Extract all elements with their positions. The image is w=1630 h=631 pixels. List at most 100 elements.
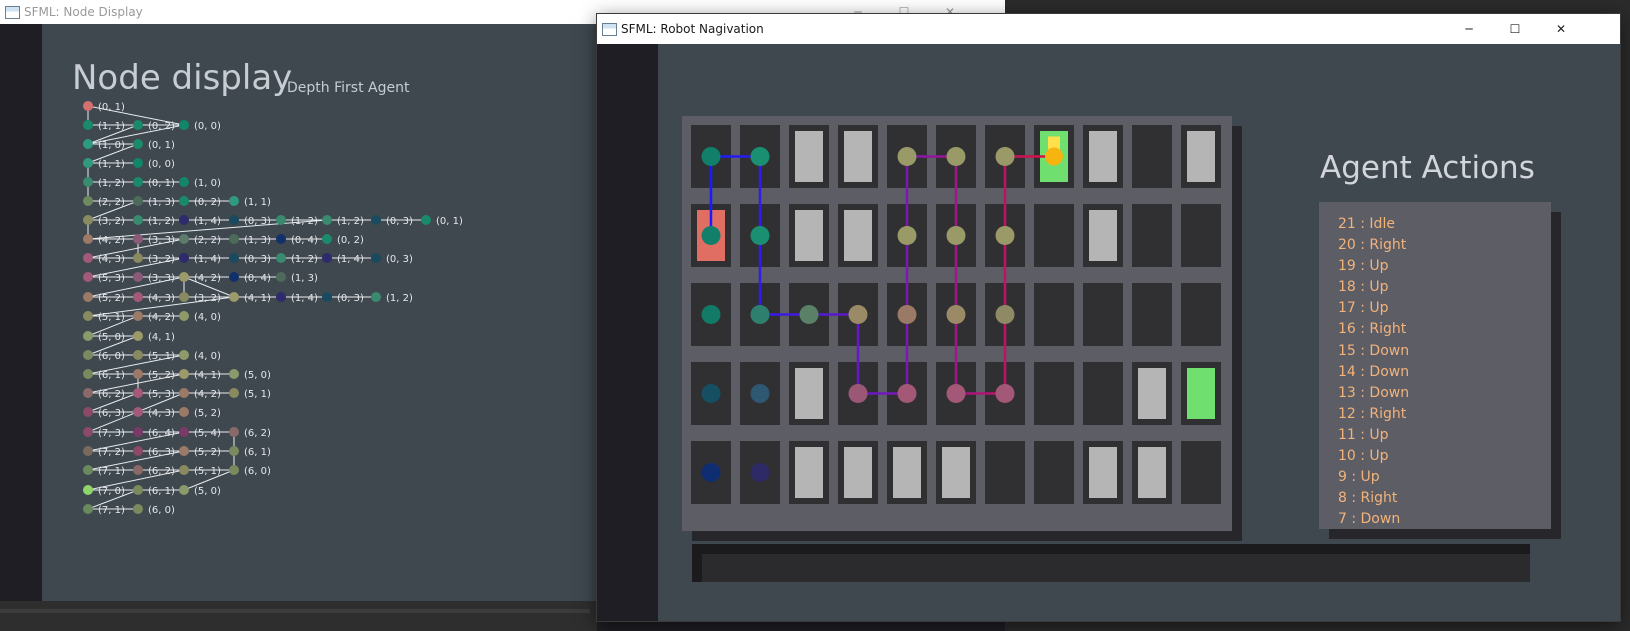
visited-node-dot [995,305,1015,324]
tree-node-label: (1, 0) [98,140,125,151]
tree-node [229,272,239,282]
tree-node-label: (0, 1) [98,102,125,113]
wall-block [844,447,872,498]
grid-cell [1083,362,1123,425]
tree-node [322,253,332,263]
grid-cell [1034,204,1074,267]
tree-node-label: (0, 3) [244,216,271,227]
tree-node-label: (4, 2) [98,235,125,246]
tree-node [179,292,189,302]
visited-node-dot [701,147,721,166]
grid-cell [1132,204,1172,267]
tree-node [322,292,332,302]
action-item: 18 : Up [1338,279,1389,296]
tree-node-label: (5, 2) [194,447,221,458]
tree-node [179,388,189,398]
tree-node-label: (0, 1) [148,140,175,151]
tree-node [322,234,332,244]
tree-node [322,215,332,225]
action-item: 13 : Down [1338,384,1410,401]
tree-node-label: (5, 4) [194,428,221,439]
tree-node [133,427,143,437]
tree-node [83,292,93,302]
action-item: 11 : Up [1338,426,1389,443]
tree-node [83,120,93,130]
close-button[interactable]: ✕ [1538,14,1584,44]
tree-node-label: (5, 1) [98,312,125,323]
tree-node [83,331,93,341]
tree-node [276,234,286,244]
wall-block [844,210,872,261]
tree-node [229,234,239,244]
action-item: 7 : Down [1338,511,1401,528]
robot-window-titlebar[interactable]: SFML: Robot Nagivation ─ ☐ ✕ [597,14,1620,44]
tree-node-label: (1, 2) [291,216,318,227]
action-item: 10 : Up [1338,448,1389,465]
tree-node [83,446,93,456]
grid-cell [1132,125,1172,188]
tree-node [229,196,239,206]
tree-node [179,407,189,417]
tree-node [133,139,143,149]
tree-node [179,465,189,475]
tree-node [229,215,239,225]
tree-node [83,139,93,149]
tree-node [83,101,93,111]
solution-path [709,155,1054,395]
tree-node [83,215,93,225]
tree-node [83,177,93,187]
maximize-button[interactable]: ☐ [1492,14,1538,44]
tree-node-label: (0, 4) [291,235,318,246]
robot-agent-marker [1045,147,1063,166]
wall-block [844,131,872,182]
visited-node-dot [897,147,917,166]
taskbar-strip [0,601,597,631]
visited-node-dot [946,305,966,324]
tree-node [229,465,239,475]
tree-node [133,350,143,360]
tree-node-label: (4, 3) [98,254,125,265]
tree-node-label: (5, 1) [148,351,175,362]
tree-node-label: (4, 3) [148,408,175,419]
tree-node [229,253,239,263]
tree-node [229,388,239,398]
visited-node-dot [701,226,721,245]
tree-node [133,331,143,341]
tree-node [229,427,239,437]
tree-node [133,253,143,263]
grid-cell [1181,204,1221,267]
wall-block [1089,447,1117,498]
action-item: 19 : Up [1338,258,1389,275]
tree-node [179,369,189,379]
actions-list: 21 : Idle 20 : Right 19 : Up 18 : Up 17 : Up… [1338,214,1409,530]
scrollbar-track[interactable] [0,609,590,613]
sfml-app-icon [602,23,617,36]
tree-node-label: (1, 1) [244,197,271,208]
tree-node-label: (7, 0) [98,486,125,497]
grid-cell [1034,362,1074,425]
visited-node-dot [750,384,770,403]
tree-node-label: (6, 0) [244,466,271,477]
visited-node-dot [750,147,770,166]
minimize-button[interactable]: ─ [1446,14,1492,44]
tree-node-label: (1, 4) [291,293,318,304]
tree-node [276,215,286,225]
tree-node-label: (3, 2) [98,216,125,227]
tree-node-label: (3, 2) [194,293,221,304]
tree-node [83,369,93,379]
visited-node-dot [701,384,721,403]
wall-block [893,447,921,498]
tree-node-label: (6, 2) [244,428,271,439]
tree-node-label: (4, 1) [194,370,221,381]
action-item: 15 : Down [1338,342,1410,359]
tree-node-label: (6, 2) [98,389,125,400]
tree-node [83,311,93,321]
tree-node-label: (1, 1) [98,159,125,170]
tree-node-label: (5, 2) [148,370,175,381]
tree-node-label: (0, 3) [337,293,364,304]
action-item: 14 : Down [1338,363,1410,380]
action-item: 21 : Idle [1338,216,1395,232]
wall-block [1138,368,1166,419]
visited-node-dot [701,463,721,482]
visited-node-dot [946,384,966,403]
